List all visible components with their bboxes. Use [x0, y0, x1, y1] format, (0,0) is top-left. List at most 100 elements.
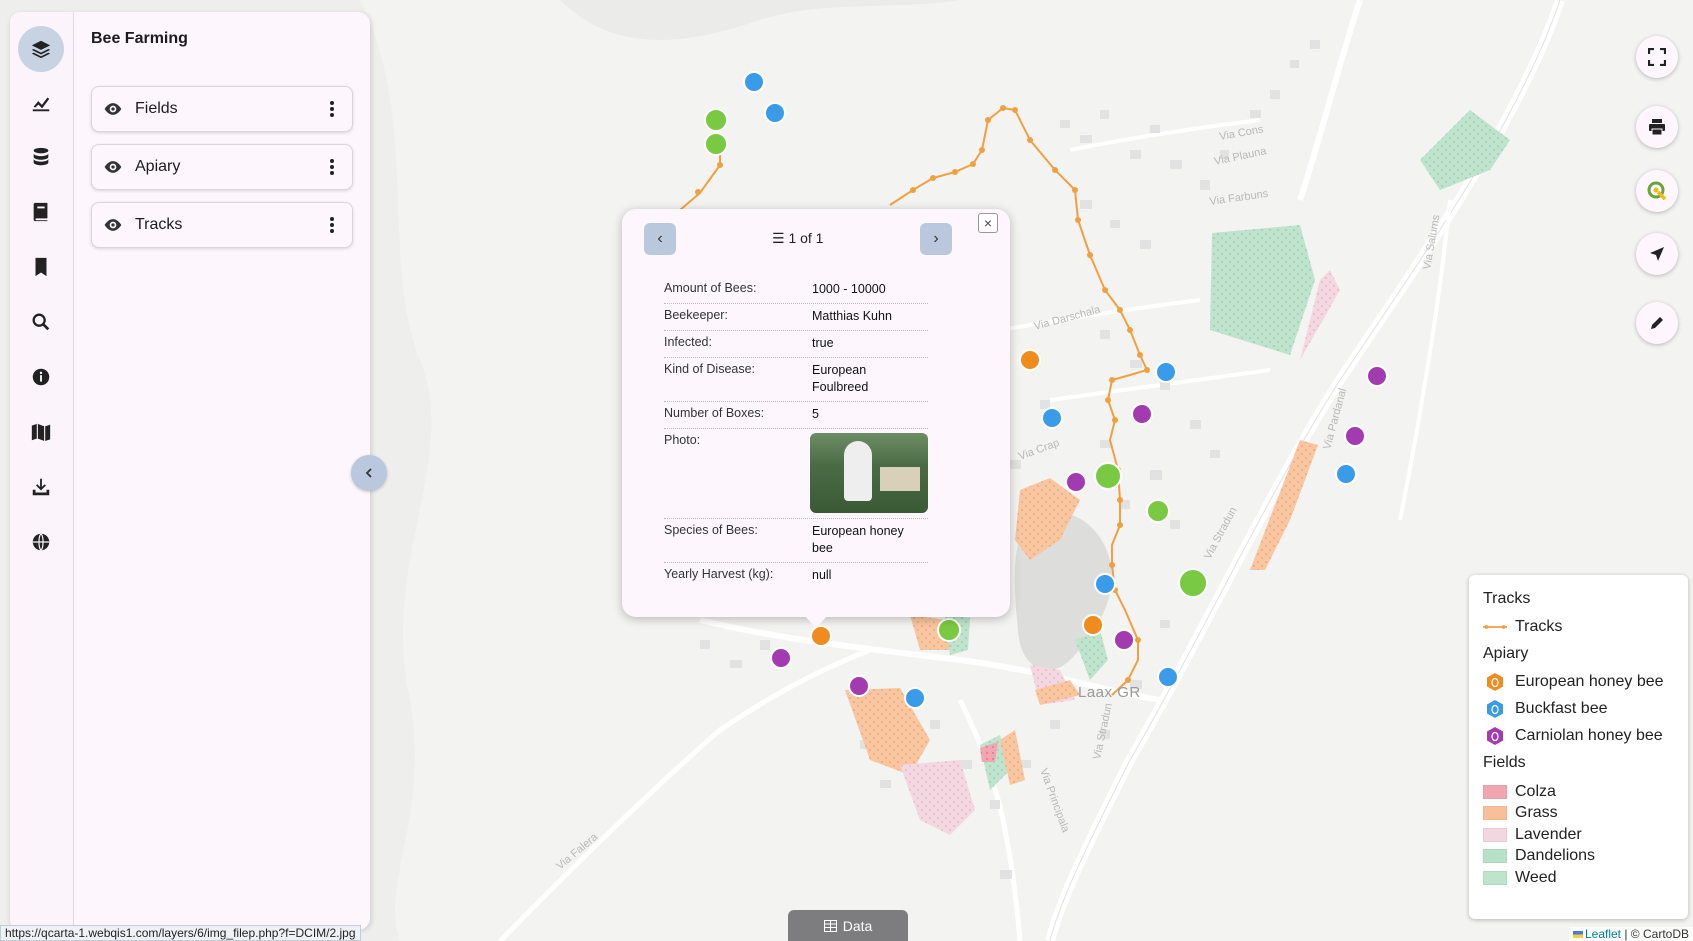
- prev-feature-button[interactable]: ‹: [644, 223, 676, 255]
- panel-title: Bee Farming: [91, 30, 188, 47]
- measure-icon: [1651, 317, 1663, 329]
- layer-label: Apiary: [135, 158, 181, 175]
- legend-group-title: Apiary: [1483, 645, 1529, 662]
- svg-text:Via Principala: Via Principala: [1037, 767, 1072, 835]
- svg-text:Via Stradun: Via Stradun: [1091, 702, 1115, 761]
- download-icon[interactable]: [18, 464, 64, 510]
- legend-label: Carniolan honey bee: [1515, 726, 1663, 744]
- legend-label: Colza: [1515, 782, 1556, 800]
- measure-button[interactable]: [1636, 302, 1678, 344]
- legend-group-title: Tracks: [1483, 590, 1531, 607]
- chevron-left-icon: [365, 468, 372, 478]
- layer-label: Tracks: [135, 216, 183, 233]
- attribute-value: 5: [812, 407, 819, 421]
- legend-item: Weed: [1483, 867, 1674, 889]
- layer-panel: Bee Farming Fields Apiary Tracks: [74, 12, 370, 930]
- layer-item-fields[interactable]: Fields: [91, 86, 353, 132]
- chart-icon[interactable]: [18, 80, 64, 126]
- weed-swatch: [1483, 870, 1507, 885]
- fullscreen-icon: [1648, 48, 1666, 66]
- legend-label: Dandelions: [1515, 847, 1596, 865]
- map-icon[interactable]: [18, 409, 64, 455]
- legend-item: Colza: [1483, 781, 1674, 803]
- svg-text:Via Plauna: Via Plauna: [1213, 145, 1268, 168]
- attribute-value: European Foulbreed: [812, 363, 869, 394]
- feature-counter: ☰ 1 of 1: [772, 230, 824, 246]
- attribute-value: null: [812, 568, 832, 582]
- eye-icon[interactable]: [103, 215, 123, 235]
- eye-icon[interactable]: [103, 99, 123, 119]
- photo-subject: [844, 441, 872, 501]
- svg-text:Via Crap: Via Crap: [1017, 437, 1061, 463]
- legend-label: Weed: [1515, 868, 1557, 886]
- layers-icon[interactable]: [18, 26, 64, 72]
- eye-icon[interactable]: [103, 157, 123, 177]
- database-icon[interactable]: [18, 134, 64, 180]
- data-button-label: Data: [842, 917, 873, 934]
- attribute-table: Amount of Bees: 1000 - 10000 Beekeeper: …: [664, 277, 928, 589]
- book-icon[interactable]: [18, 189, 64, 235]
- attribute-value: [810, 433, 928, 513]
- attribute-key: Number of Boxes:: [664, 406, 765, 420]
- colza-swatch: [1483, 784, 1507, 799]
- track-line-icon: [1483, 618, 1507, 636]
- qgis-button[interactable]: [1636, 170, 1678, 212]
- town-label: Laax GR: [1078, 684, 1141, 701]
- attribute-value: European honey bee: [812, 524, 904, 555]
- legend-item: Lavender: [1483, 824, 1674, 846]
- globe-icon[interactable]: [18, 519, 64, 565]
- map-attribution: Leaflet | © CartoDB: [1568, 927, 1693, 941]
- svg-text:Via Darschala: Via Darschala: [1033, 303, 1103, 332]
- table-icon: [823, 919, 837, 932]
- next-feature-button[interactable]: ›: [920, 223, 952, 255]
- bee-hex-icon: [1483, 672, 1507, 691]
- legend-label: Lavender: [1515, 825, 1582, 843]
- more-vert-icon[interactable]: [320, 155, 344, 179]
- map-legend: Tracks Tracks Apiary European honey bee …: [1469, 575, 1688, 919]
- photo-hive: [880, 467, 920, 491]
- lavender-swatch: [1483, 827, 1507, 842]
- legend-item: Carniolan honey bee: [1483, 722, 1674, 749]
- legend-label: Grass: [1515, 804, 1558, 822]
- locate-button[interactable]: [1636, 233, 1678, 275]
- close-popup-button[interactable]: ×: [978, 213, 998, 233]
- layer-item-apiary[interactable]: Apiary: [91, 144, 353, 190]
- legend-label: Tracks: [1515, 617, 1563, 635]
- attribute-key: Photo:: [664, 433, 701, 447]
- legend-item: Tracks: [1483, 613, 1674, 640]
- info-icon[interactable]: [18, 354, 64, 400]
- attribute-row: Photo:: [664, 429, 928, 519]
- search-icon[interactable]: [18, 299, 64, 345]
- print-icon: [1649, 119, 1665, 136]
- bookmark-icon[interactable]: [18, 244, 64, 290]
- legend-label: Buckfast bee: [1515, 699, 1608, 717]
- svg-text:Via Salums: Via Salums: [1421, 213, 1443, 270]
- attribute-key: Amount of Bees:: [664, 281, 757, 295]
- attribute-row: Species of Bees: European honey bee: [664, 519, 928, 563]
- attribute-row: Yearly Harvest (kg): null: [664, 563, 928, 589]
- beekeeper-photo[interactable]: [810, 433, 928, 513]
- dandelions-swatch: [1483, 849, 1507, 864]
- locate-icon: [1650, 247, 1664, 261]
- attribute-row: Kind of Disease: European Foulbreed: [664, 358, 928, 402]
- layer-label: Fields: [135, 100, 178, 117]
- print-button[interactable]: [1636, 106, 1678, 148]
- attribute-value: 1000 - 10000: [812, 282, 886, 296]
- qgis-icon: [1647, 181, 1667, 201]
- legend-item: Grass: [1483, 803, 1674, 825]
- attribute-row: Number of Boxes: 5: [664, 402, 928, 429]
- more-vert-icon[interactable]: [320, 97, 344, 121]
- more-vert-icon[interactable]: [320, 213, 344, 237]
- collapse-panel-button[interactable]: [351, 455, 387, 491]
- attribute-key: Infected:: [664, 335, 712, 349]
- attribute-row: Beekeeper: Matthias Kuhn: [664, 304, 928, 331]
- status-url: https://qcarta-1.webqis1.com/layers/6/im…: [0, 925, 361, 941]
- left-rail: [10, 12, 74, 930]
- grass-swatch: [1483, 806, 1507, 821]
- fullscreen-button[interactable]: [1636, 36, 1678, 78]
- attribute-row: Amount of Bees: 1000 - 10000: [664, 277, 928, 304]
- leaflet-link[interactable]: Leaflet: [1585, 927, 1621, 941]
- data-button[interactable]: Data: [788, 910, 908, 941]
- attribute-key: Kind of Disease:: [664, 362, 756, 376]
- layer-item-tracks[interactable]: Tracks: [91, 202, 353, 248]
